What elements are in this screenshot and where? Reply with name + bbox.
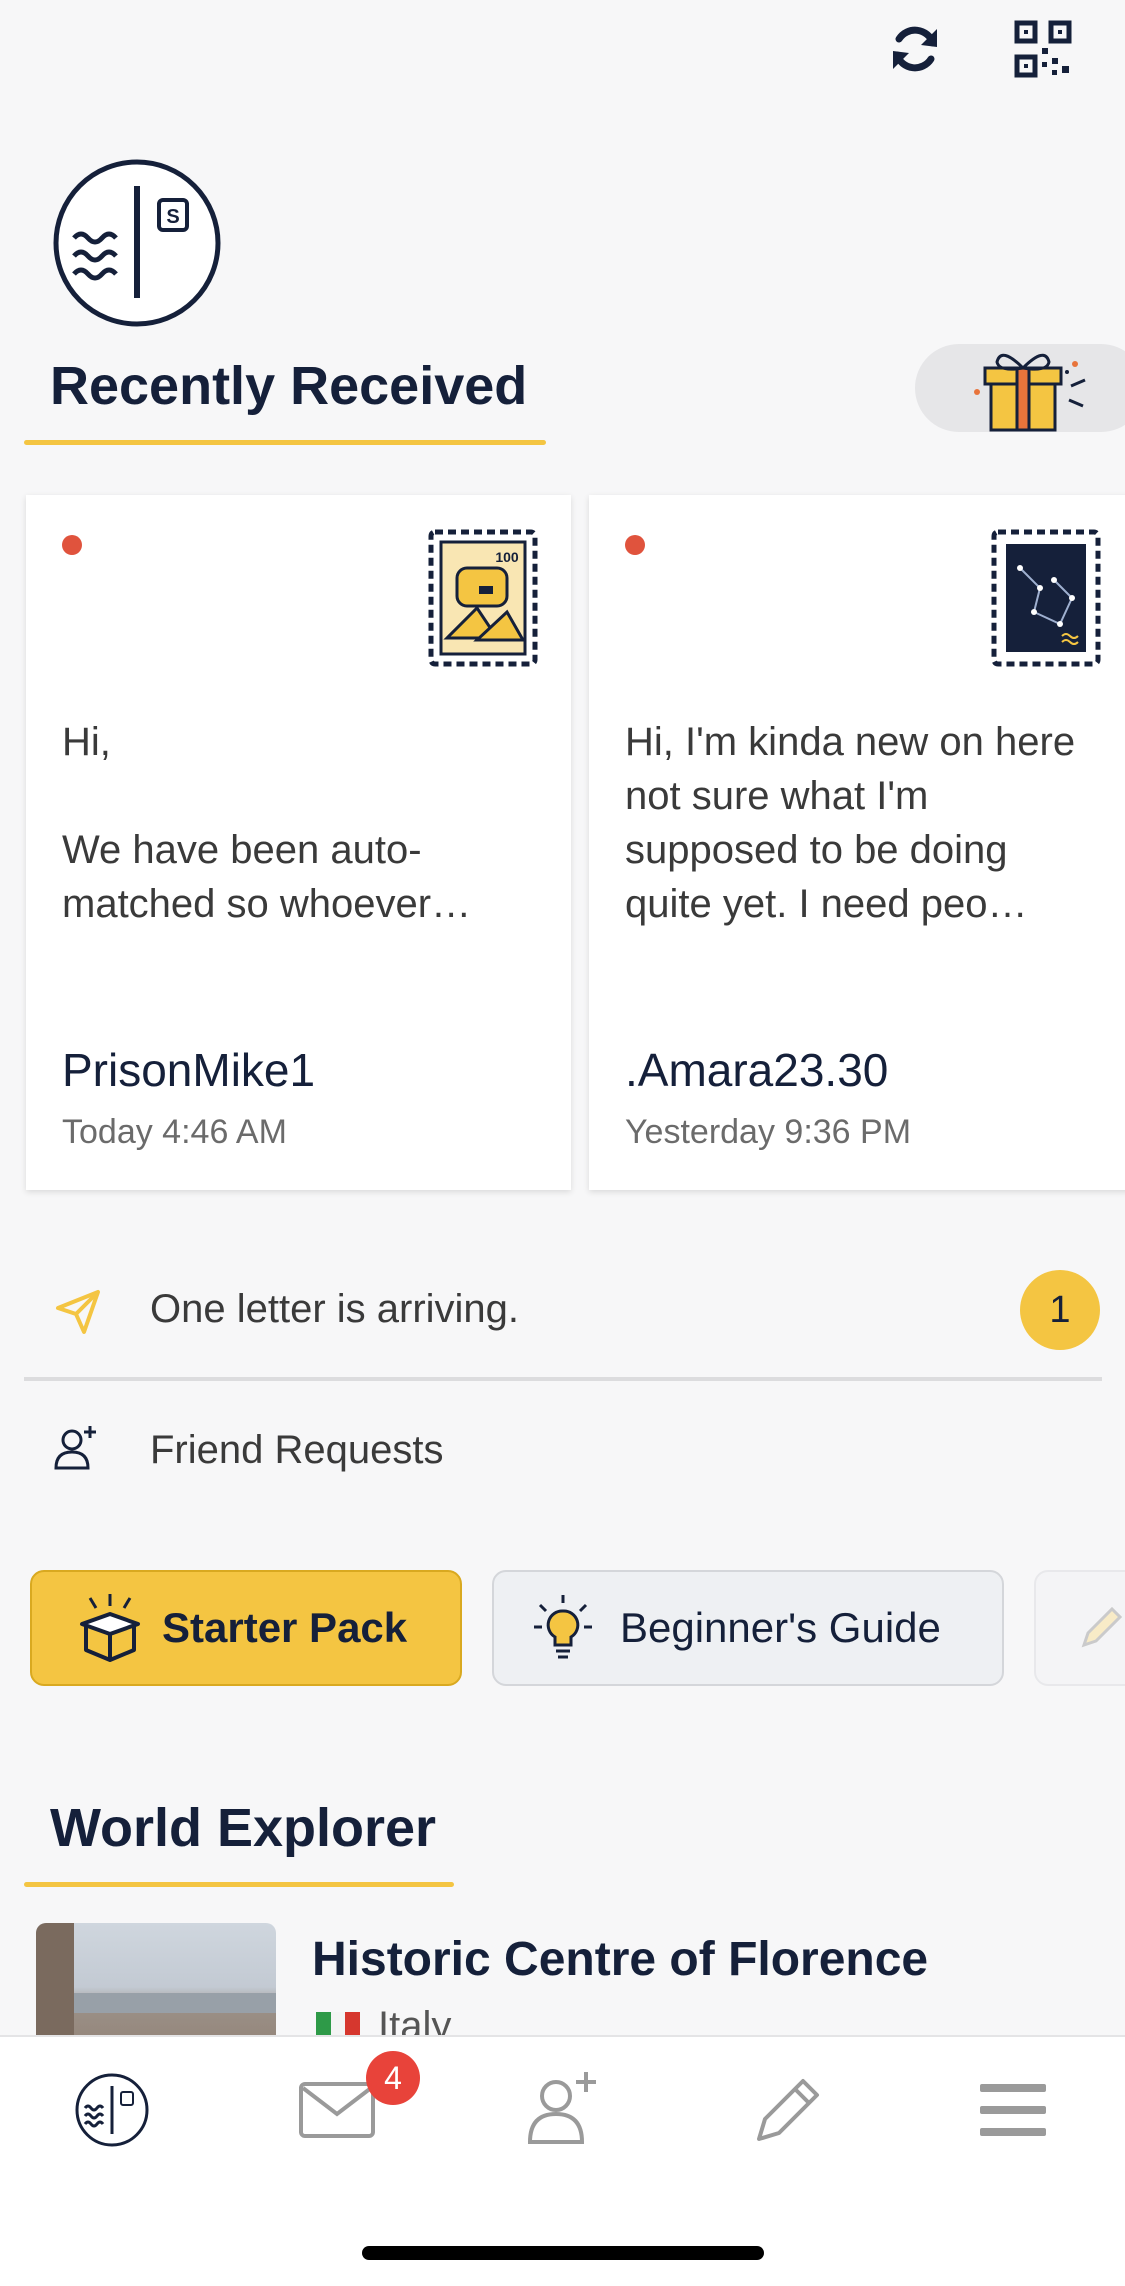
nav-mail[interactable]: 4 <box>282 2051 420 2165</box>
explorer-item-country: Italy <box>378 2004 452 2035</box>
logo-icon <box>75 2073 149 2147</box>
hamburger-menu-icon <box>980 2084 1046 2136</box>
section-underline <box>24 1882 454 1887</box>
letter-sender: .Amara23.30 <box>625 1044 889 1096</box>
nav-home[interactable] <box>57 2055 167 2165</box>
recently-received-title: Recently Received <box>50 356 528 416</box>
write-chip-button[interactable] <box>1034 1570 1125 1686</box>
explorer-item-title: Historic Centre of Florence <box>312 1933 929 1986</box>
letter-preview: Hi, We have been auto-matched so whoever… <box>62 720 472 926</box>
unread-dot <box>625 535 645 555</box>
svg-text:S: S <box>166 206 179 228</box>
divider <box>24 1377 1102 1381</box>
home-indicator <box>362 2246 764 2260</box>
arriving-count-badge: 1 <box>1020 1270 1100 1350</box>
constellation-stamp-icon <box>991 529 1101 667</box>
florence-thumbnail <box>36 1923 276 2035</box>
letter-sender: PrisonMike1 <box>62 1044 316 1096</box>
box-icon <box>80 1594 140 1662</box>
paper-plane-icon <box>56 1290 100 1334</box>
letter-time: Today 4:46 AM <box>62 1113 287 1151</box>
app-logo: S <box>52 158 222 333</box>
qr-code-icon <box>1014 20 1072 78</box>
lightbulb-icon <box>534 1595 592 1659</box>
italy-flag-icon <box>316 2012 361 2035</box>
refresh-button[interactable] <box>880 14 950 84</box>
mail-icon <box>299 2082 375 2138</box>
beginners-guide-button[interactable]: Beginner's Guide <box>492 1570 1004 1686</box>
section-underline <box>24 440 546 445</box>
nav-write[interactable] <box>733 2055 843 2165</box>
world-explorer-title: World Explorer <box>50 1798 437 1858</box>
letter-preview: Hi, I'm kinda new on here not sure what … <box>625 720 1076 926</box>
pencil-icon <box>757 2079 819 2141</box>
qr-code-button[interactable] <box>1008 14 1078 84</box>
letter-card[interactable]: Hi, I'm kinda new on here not sure what … <box>589 495 1125 1190</box>
unread-dot <box>62 535 82 555</box>
starter-pack-button[interactable]: Starter Pack <box>30 1570 462 1686</box>
add-friend-icon <box>527 2072 596 2144</box>
beginners-guide-label: Beginner's Guide <box>620 1604 941 1651</box>
friend-requests-row[interactable]: Friend Requests <box>0 1390 1125 1510</box>
nav-friends[interactable] <box>507 2055 617 2165</box>
friend-requests-label: Friend Requests <box>150 1428 444 1472</box>
refresh-icon <box>893 26 937 72</box>
pencil-icon <box>1081 1606 1123 1648</box>
arriving-text: One letter is arriving. <box>150 1287 520 1331</box>
letter-card[interactable]: 100 Hi, We have been auto-matched so who… <box>26 495 571 1190</box>
arriving-letters-row[interactable]: One letter is arriving. 1 <box>0 1250 1125 1370</box>
gift-icon <box>974 353 1086 432</box>
mail-badge: 4 <box>366 2051 420 2105</box>
letter-time: Yesterday 9:36 PM <box>625 1113 912 1151</box>
add-friend-icon <box>54 1426 96 1470</box>
mailbox-stamp-icon: 100 <box>428 529 538 667</box>
logo-icon: S <box>53 159 221 327</box>
gift-button[interactable] <box>915 344 1125 432</box>
nav-menu[interactable] <box>958 2055 1068 2165</box>
svg-text:100: 100 <box>495 549 519 565</box>
world-explorer-item[interactable]: Historic Centre of Florence Italy <box>0 1920 1125 2035</box>
starter-pack-label: Starter Pack <box>162 1604 408 1651</box>
